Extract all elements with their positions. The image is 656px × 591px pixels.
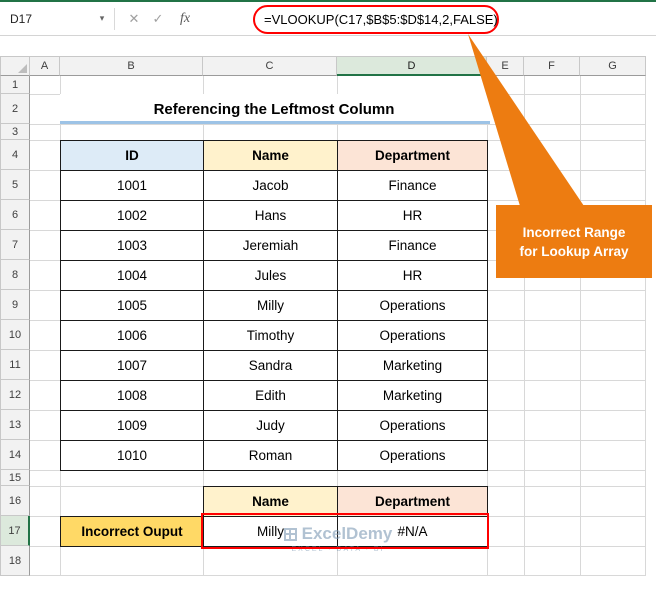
- row-header-4[interactable]: 4: [0, 140, 30, 170]
- output-header-department[interactable]: Department: [338, 487, 488, 517]
- row-header-11[interactable]: 11: [0, 350, 30, 380]
- row-header-1[interactable]: 1: [0, 76, 30, 94]
- insert-function-icon[interactable]: fx: [172, 2, 198, 35]
- table-cell[interactable]: Marketing: [338, 381, 488, 411]
- lookup-table: ID Name Department 1001 Jacob Finance 10…: [60, 140, 488, 471]
- row-header-3[interactable]: 3: [0, 124, 30, 140]
- callout-text-line1: Incorrect Range: [522, 224, 626, 240]
- col-header-d[interactable]: D: [337, 56, 487, 76]
- output-cell-department[interactable]: #N/A: [338, 517, 488, 547]
- table-cell[interactable]: Timothy: [204, 321, 338, 351]
- row-header-17[interactable]: 17: [0, 516, 30, 546]
- column-headers: A B C D E F G: [0, 56, 646, 76]
- title-underline: [60, 121, 490, 124]
- formula-annotation-outline: =VLOOKUP(C17,$B$5:$D$14,2,FALSE): [253, 5, 499, 34]
- output-header-name[interactable]: Name: [204, 487, 338, 517]
- table-cell[interactable]: Roman: [204, 441, 338, 471]
- row-header-6[interactable]: 6: [0, 200, 30, 230]
- table-header-department[interactable]: Department: [338, 141, 488, 171]
- row-header-18[interactable]: 18: [0, 546, 30, 576]
- table-cell[interactable]: Edith: [204, 381, 338, 411]
- title-cell[interactable]: Referencing the Leftmost Column: [60, 94, 488, 124]
- col-header-c[interactable]: C: [203, 56, 337, 76]
- table-cell[interactable]: Operations: [338, 291, 488, 321]
- name-box[interactable]: D17: [0, 2, 92, 35]
- row-header-9[interactable]: 9: [0, 290, 30, 320]
- table-cell[interactable]: HR: [338, 261, 488, 291]
- excel-window: D17 ▾ ✕ ✓ fx =VLOOKUP(C17,$B$5:$D$14,2,F…: [0, 0, 656, 591]
- table-cell[interactable]: Jeremiah: [204, 231, 338, 261]
- table-cell[interactable]: 1003: [61, 231, 204, 261]
- callout-text-line2: for Lookup Array: [519, 243, 629, 259]
- row-header-7[interactable]: 7: [0, 230, 30, 260]
- table-cell[interactable]: 1006: [61, 321, 204, 351]
- table-cell[interactable]: 1009: [61, 411, 204, 441]
- formula-bar-divider: [114, 8, 115, 30]
- row-header-13[interactable]: 13: [0, 410, 30, 440]
- row-header-8[interactable]: 8: [0, 260, 30, 290]
- table-cell[interactable]: Operations: [338, 441, 488, 471]
- table-cell[interactable]: 1005: [61, 291, 204, 321]
- row-header-10[interactable]: 10: [0, 320, 30, 350]
- callout-box: Incorrect Range for Lookup Array: [496, 205, 652, 278]
- table-cell[interactable]: Operations: [338, 411, 488, 441]
- table-cell[interactable]: Finance: [338, 171, 488, 201]
- table-cell[interactable]: Judy: [204, 411, 338, 441]
- table-header-name[interactable]: Name: [204, 141, 338, 171]
- enter-icon[interactable]: ✓: [148, 2, 168, 35]
- col-header-e[interactable]: E: [487, 56, 524, 76]
- table-cell[interactable]: Marketing: [338, 351, 488, 381]
- table-cell[interactable]: 1004: [61, 261, 204, 291]
- col-header-b[interactable]: B: [60, 56, 203, 76]
- table-cell[interactable]: 1010: [61, 441, 204, 471]
- row-header-14[interactable]: 14: [0, 440, 30, 470]
- col-header-a[interactable]: A: [30, 56, 60, 76]
- table-cell[interactable]: HR: [338, 201, 488, 231]
- table-header-id[interactable]: ID: [61, 141, 204, 171]
- row-headers: 1 2 3 4 5 6 7 8 9 10 11 12 13 14 15 16 1…: [0, 76, 30, 576]
- row-header-5[interactable]: 5: [0, 170, 30, 200]
- row-header-16[interactable]: 16: [0, 486, 30, 516]
- col-header-g[interactable]: G: [580, 56, 646, 76]
- output-cell-name[interactable]: Milly: [204, 517, 338, 547]
- table-cell[interactable]: Hans: [204, 201, 338, 231]
- table-cell[interactable]: 1007: [61, 351, 204, 381]
- table-cell[interactable]: Sandra: [204, 351, 338, 381]
- cancel-icon[interactable]: ✕: [124, 2, 144, 35]
- row-header-2[interactable]: 2: [0, 94, 30, 124]
- table-cell[interactable]: Jules: [204, 261, 338, 291]
- table-cell[interactable]: Finance: [338, 231, 488, 261]
- row-header-15[interactable]: 15: [0, 470, 30, 486]
- formula-bar: D17 ▾ ✕ ✓ fx =VLOOKUP(C17,$B$5:$D$14,2,F…: [0, 2, 656, 36]
- table-cell[interactable]: 1008: [61, 381, 204, 411]
- select-all-corner[interactable]: [0, 56, 30, 76]
- output-label-cell[interactable]: Incorrect Ouput: [60, 516, 204, 547]
- row-header-12[interactable]: 12: [0, 380, 30, 410]
- table-cell[interactable]: Operations: [338, 321, 488, 351]
- table-cell[interactable]: Jacob: [204, 171, 338, 201]
- table-cell[interactable]: 1002: [61, 201, 204, 231]
- col-header-f[interactable]: F: [524, 56, 580, 76]
- name-box-chevron-icon[interactable]: ▾: [92, 2, 112, 35]
- table-cell[interactable]: 1001: [61, 171, 204, 201]
- table-cell[interactable]: Milly: [204, 291, 338, 321]
- output-table: Name Department Milly #N/A: [203, 486, 488, 547]
- formula-input[interactable]: =VLOOKUP(C17,$B$5:$D$14,2,FALSE): [264, 12, 498, 27]
